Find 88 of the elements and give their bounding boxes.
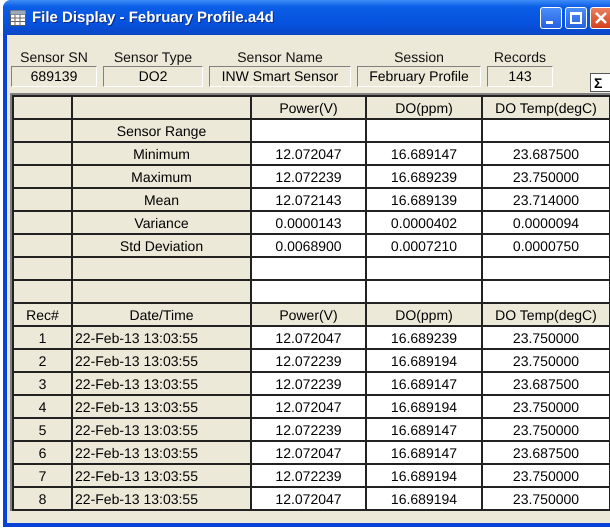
table-cell: 23.750000 <box>512 490 580 506</box>
table-cell: 22-Feb-13 13:03:55 <box>75 468 198 484</box>
table-cell: 22-Feb-13 13:03:55 <box>75 398 198 414</box>
row-number: 3 <box>38 376 46 392</box>
table-cell: 23.750000 <box>512 422 580 438</box>
column-header: DO(ppm) <box>395 100 453 116</box>
column-header: DO(ppm) <box>395 306 453 322</box>
close-icon <box>595 12 607 24</box>
table-cell: 16.689239 <box>390 330 458 346</box>
field-label: Sensor Type <box>114 48 192 66</box>
table-cell: 12.072047 <box>275 146 342 162</box>
row-number: 7 <box>38 468 46 484</box>
column-header: Power(V) <box>279 306 338 322</box>
column-header: DO Temp(degC) <box>495 306 597 322</box>
table-cell: 16.689139 <box>390 192 458 208</box>
sum-button[interactable]: Σ <box>590 73 610 92</box>
table-cell: 16.689147 <box>390 376 458 392</box>
table-cell: 23.750000 <box>512 352 580 368</box>
table-cell: 23.714000 <box>512 192 580 208</box>
table-cell: 16.689147 <box>390 422 458 438</box>
table-cell: 12.072143 <box>275 192 342 208</box>
row-header: Mean <box>144 192 180 208</box>
row-header: Variance <box>134 214 189 230</box>
row-number: 2 <box>38 352 46 368</box>
maximize-button[interactable] <box>565 6 587 28</box>
table-cell: 23.687500 <box>512 444 580 460</box>
row-header: Std Deviation <box>120 238 204 254</box>
table-cell: 16.689194 <box>390 352 458 368</box>
minimize-icon <box>546 21 552 24</box>
table-cell: 12.072047 <box>275 444 342 460</box>
close-button[interactable] <box>590 6 610 28</box>
row-number: 6 <box>38 444 46 460</box>
column-header: Power(V) <box>279 100 338 116</box>
table-cell: 0.0000143 <box>275 214 342 230</box>
row-header: Sensor Range <box>116 122 206 138</box>
table-cell: 23.750000 <box>512 468 580 484</box>
readonly-field[interactable]: 689139 <box>11 66 97 87</box>
table-cell: 12.072239 <box>275 468 342 484</box>
table-cell: 0.0007210 <box>390 238 458 254</box>
row-header: Maximum <box>131 168 192 184</box>
row-header: Minimum <box>133 146 190 162</box>
table-cell: 0.0068900 <box>275 238 342 254</box>
table-cell: 12.072047 <box>275 398 342 414</box>
field-label: Sensor Name <box>237 48 323 66</box>
table-cell: 0.0000402 <box>390 214 458 230</box>
row-number: 8 <box>38 490 46 506</box>
row-number: 1 <box>38 330 46 346</box>
field-label: Records <box>494 48 546 66</box>
table-cell: 23.750000 <box>512 330 580 346</box>
row-number: 5 <box>38 422 46 438</box>
readonly-field[interactable]: February Profile <box>357 66 481 87</box>
table-cell: 22-Feb-13 13:03:55 <box>75 490 198 506</box>
readonly-field[interactable]: INW Smart Sensor <box>209 66 351 87</box>
table-cell: 23.750000 <box>512 168 580 184</box>
table-cell: 16.689194 <box>390 398 458 414</box>
table-cell: 12.072239 <box>275 422 342 438</box>
table-cell: 0.0000094 <box>512 214 580 230</box>
column-header: DO Temp(degC) <box>495 100 597 116</box>
column-header: Date/Time <box>129 306 194 322</box>
table-cell: 12.072239 <box>275 376 342 392</box>
table-cell: 12.072239 <box>275 168 342 184</box>
table-cell: 23.687500 <box>512 146 580 162</box>
table-cell: 22-Feb-13 13:03:55 <box>75 352 198 368</box>
grid-icon <box>10 10 26 26</box>
window-title: File Display - February Profile.a4d <box>32 9 275 26</box>
table-cell: 12.072047 <box>275 330 342 346</box>
maximize-icon <box>570 12 582 24</box>
table-cell: 23.750000 <box>512 398 580 414</box>
table-cell: 22-Feb-13 13:03:55 <box>75 422 198 438</box>
table-cell: 12.072239 <box>275 352 342 368</box>
minimize-button[interactable] <box>540 6 562 28</box>
table-cell: 12.072047 <box>275 490 342 506</box>
column-header: Rec# <box>26 306 59 322</box>
table-cell: 16.689239 <box>390 168 458 184</box>
readonly-field[interactable]: DO2 <box>103 66 203 87</box>
table-cell: 16.689147 <box>390 444 458 460</box>
table-cell: 16.689194 <box>390 468 458 484</box>
table-cell: 16.689147 <box>390 146 458 162</box>
field-label: Sensor SN <box>20 48 88 66</box>
table-cell: 22-Feb-13 13:03:55 <box>75 330 198 346</box>
table-cell: 22-Feb-13 13:03:55 <box>75 376 198 392</box>
row-number: 4 <box>38 398 46 414</box>
field-label: Session <box>394 48 444 66</box>
table-cell: 16.689194 <box>390 490 458 506</box>
table-cell: 23.687500 <box>512 376 580 392</box>
table-cell: 22-Feb-13 13:03:55 <box>75 444 198 460</box>
readonly-field[interactable]: 143 <box>487 66 553 87</box>
table-cell: 0.0000750 <box>512 238 580 254</box>
